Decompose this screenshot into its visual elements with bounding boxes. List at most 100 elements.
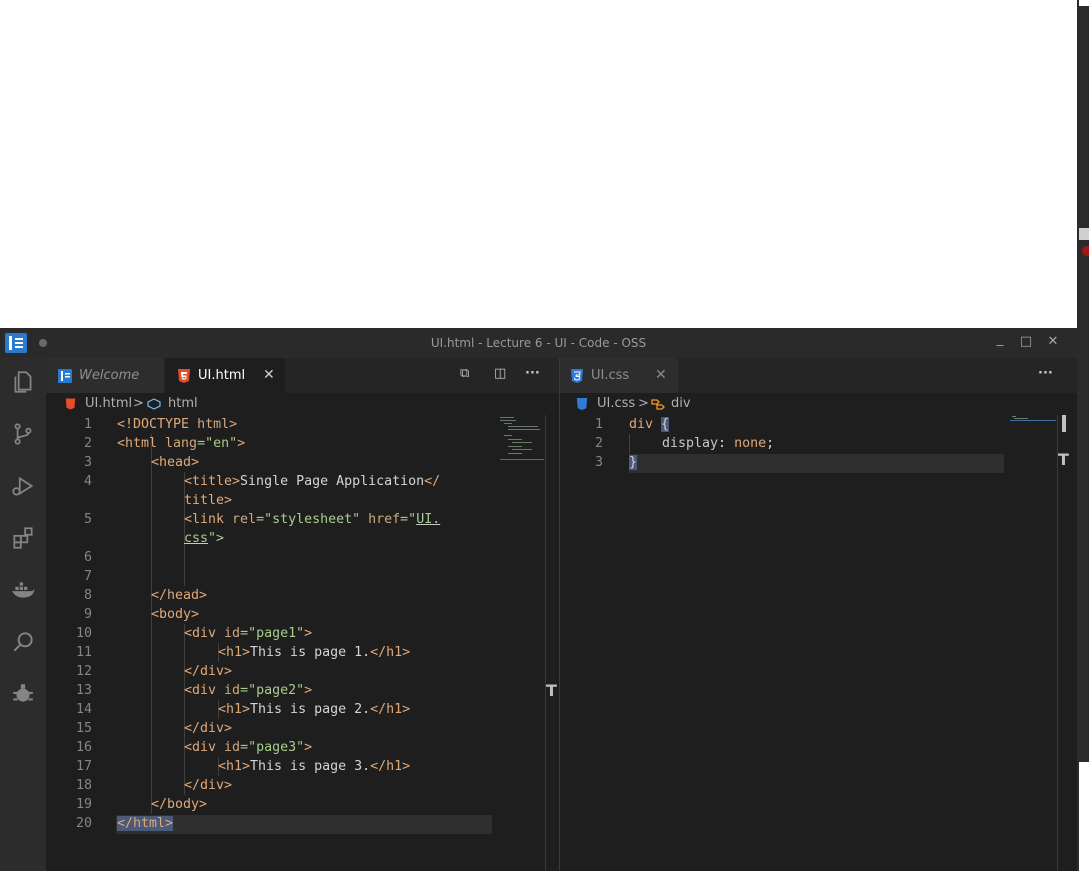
- css3-icon: [571, 369, 583, 383]
- breadcrumb-separator: >: [638, 396, 649, 411]
- token: <link: [184, 512, 225, 527]
- breadcrumb-symbol[interactable]: html: [168, 396, 198, 411]
- code-line-3: <head>: [151, 453, 199, 472]
- tab-label: Welcome: [79, 368, 140, 383]
- more-actions-icon[interactable]: ···: [525, 366, 540, 381]
- symbol-class-icon: [651, 399, 665, 410]
- css3-icon: [576, 398, 588, 410]
- token: =": [400, 512, 417, 527]
- line-number: 1: [83, 417, 92, 432]
- token: id: [216, 740, 241, 755]
- token: This is page 1.: [250, 645, 371, 660]
- token: <h1>: [218, 645, 251, 660]
- token: </div>: [184, 778, 233, 793]
- breadcrumb: UI.html > html: [46, 393, 559, 415]
- code-line-1: div {: [629, 415, 670, 434]
- token: <div: [184, 740, 217, 755]
- code-line-16: <div id="page3">: [184, 738, 312, 757]
- token: lang: [157, 436, 198, 451]
- line-number: 2: [594, 436, 603, 451]
- scrollbar-thumb[interactable]: [1062, 415, 1066, 432]
- token: display: [662, 436, 719, 451]
- code-line-5: <link rel="stylesheet" href="UI.: [184, 510, 440, 529]
- code-line-17: <h1>This is page 3.</h1>: [218, 757, 410, 776]
- matched-bracket-token: </html: [117, 816, 166, 831]
- token: ="page1": [240, 626, 305, 641]
- code-line-2: display: none;: [662, 434, 774, 453]
- code-editor-css[interactable]: 1 2 3 div { display: none; } T: [560, 415, 1077, 871]
- code-line-4-wrap: title>: [184, 491, 232, 510]
- scrollbar[interactable]: [545, 415, 546, 871]
- tab-bar-left: Welcome UI.html ✕ ⧉ ◫ ···: [46, 358, 559, 393]
- tab-label: UI.css: [591, 368, 630, 383]
- token: ="page3": [240, 740, 305, 755]
- docker-icon[interactable]: [9, 576, 37, 604]
- link-token[interactable]: css: [184, 531, 208, 546]
- split-editor-icon[interactable]: ◫: [494, 366, 506, 381]
- token: ="stylesheet": [256, 512, 361, 527]
- line-number: 8: [83, 588, 92, 603]
- line-number: 17: [75, 759, 92, 774]
- line-number: 15: [75, 721, 92, 736]
- close-tab-icon[interactable]: ✕: [263, 367, 275, 383]
- matched-bracket-token: {: [661, 417, 670, 432]
- minimap[interactable]: [500, 415, 544, 461]
- token: Single Page Application: [240, 474, 425, 489]
- token: <!DOCTYPE: [117, 417, 190, 432]
- code-line-14: <h1>This is page 2.</h1>: [218, 700, 410, 719]
- token: This is page 3.: [250, 759, 371, 774]
- token: >: [237, 436, 246, 451]
- token: ;: [766, 436, 775, 451]
- tab-welcome[interactable]: Welcome: [46, 358, 164, 393]
- breadcrumb-file[interactable]: UI.html: [85, 396, 132, 411]
- open-preview-icon[interactable]: ⧉: [460, 366, 469, 381]
- code-line-3: }: [629, 453, 638, 472]
- line-number: 18: [75, 778, 92, 793]
- tab-ui-css[interactable]: UI.css ✕: [560, 358, 678, 393]
- token: html>: [189, 417, 238, 432]
- link-token[interactable]: UI.: [416, 512, 440, 527]
- code-line-19: </body>: [151, 795, 207, 814]
- breadcrumb-file[interactable]: UI.css: [597, 396, 635, 411]
- bug-icon[interactable]: [9, 680, 37, 708]
- close-window-button[interactable]: ✕: [1045, 334, 1061, 349]
- minimize-button[interactable]: _: [992, 332, 1008, 347]
- welcome-icon: [58, 369, 72, 383]
- code-line-2: <html lang="en">: [117, 434, 245, 453]
- line-number: 16: [75, 740, 92, 755]
- code-line-8: </head>: [151, 586, 207, 605]
- code-editor-html[interactable]: 1 2 3 4 5 6 7 8 9 10 11 12 13 14 15 16 1…: [46, 415, 559, 871]
- token: rel: [224, 512, 257, 527]
- token: </body>: [151, 797, 208, 812]
- token: </div>: [184, 664, 233, 679]
- window-title: UI.html - Lecture 6 - UI - Code - OSS: [430, 336, 647, 350]
- line-number: 14: [75, 702, 92, 717]
- token: id: [216, 626, 241, 641]
- tab-ui-html[interactable]: UI.html ✕: [165, 358, 285, 393]
- token: ="page2": [240, 683, 305, 698]
- token: <h1>: [218, 702, 251, 717]
- token: id: [216, 683, 241, 698]
- line-number: 1: [594, 417, 603, 432]
- files-icon[interactable]: [9, 368, 37, 396]
- breadcrumb: UI.css > div: [560, 393, 1077, 415]
- git-branch-icon[interactable]: [9, 420, 37, 448]
- token: </head>: [151, 588, 208, 603]
- token: <head>: [151, 455, 200, 470]
- breadcrumb-separator: >: [133, 396, 144, 411]
- close-tab-icon[interactable]: ✕: [655, 367, 667, 383]
- extensions-icon[interactable]: [9, 524, 37, 552]
- maximize-button[interactable]: □: [1018, 334, 1034, 349]
- token: <div: [184, 626, 217, 641]
- minimap[interactable]: [1010, 415, 1056, 423]
- code-oss-window: UI.html - Lecture 6 - UI - Code - OSS _ …: [0, 328, 1077, 871]
- more-actions-icon[interactable]: ···: [1038, 366, 1053, 381]
- breadcrumb-symbol[interactable]: div: [671, 396, 691, 411]
- run-debug-icon[interactable]: [9, 472, 37, 500]
- current-line-highlight: [629, 454, 1004, 473]
- token: <h1>: [218, 759, 251, 774]
- scrollbar[interactable]: [1057, 415, 1058, 871]
- background-window-edge: [1077, 0, 1089, 871]
- search-icon[interactable]: [9, 628, 37, 656]
- code-line-10: <div id="page1">: [184, 624, 312, 643]
